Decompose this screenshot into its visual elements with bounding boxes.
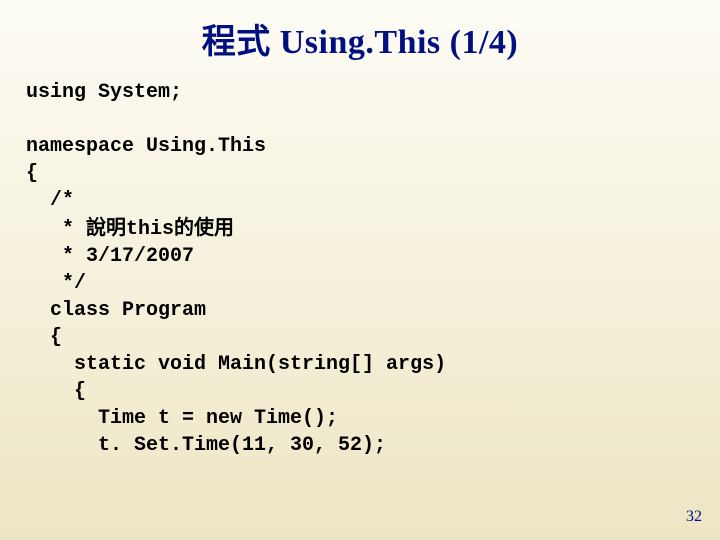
code-line: */ (26, 272, 86, 295)
code-line: using System; (26, 81, 182, 104)
code-line: /* (26, 189, 74, 212)
title-cjk: 程式 (202, 23, 271, 61)
code-block: using System; namespace Using.This { /* … (0, 69, 720, 459)
code-line: { (26, 380, 86, 403)
code-line-cjk: 說明 (86, 215, 126, 239)
code-line: { (26, 162, 38, 185)
code-line: Time t = new Time(); (26, 407, 338, 430)
code-line-part: this (126, 218, 174, 241)
slide-title: 程式 Using.This (1/4) (0, 0, 720, 69)
code-line: * 3/17/2007 (26, 245, 194, 268)
code-line: class Program (26, 299, 206, 322)
title-rest: Using.This (1/4) (271, 24, 519, 61)
code-line: t. Set.Time(11, 30, 52); (26, 434, 386, 457)
code-line-part: * (26, 218, 86, 241)
code-line: { (26, 326, 62, 349)
page-number: 32 (686, 508, 702, 526)
code-line: static void Main(string[] args) (26, 353, 446, 376)
code-line-cjk: 的使用 (174, 215, 234, 239)
code-line: namespace Using.This (26, 135, 266, 158)
